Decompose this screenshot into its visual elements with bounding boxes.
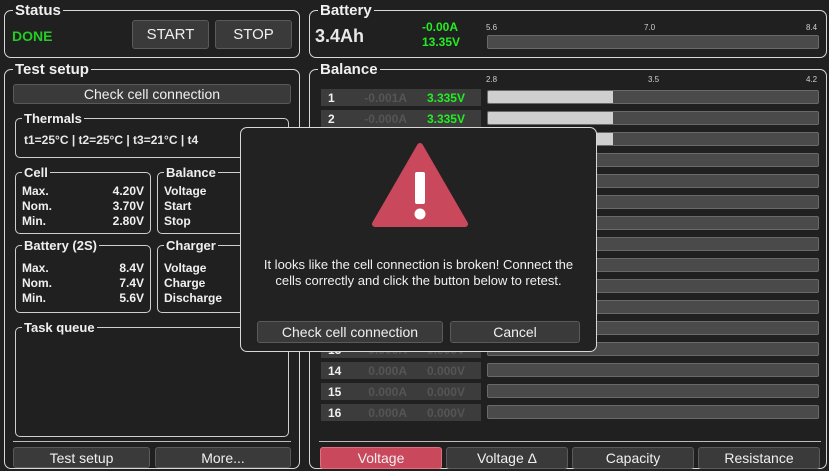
- charger-values: Voltage Charge Discharge: [164, 261, 222, 306]
- task-queue-title: Task queue: [22, 320, 97, 335]
- more-button[interactable]: More...: [155, 447, 291, 468]
- cell-number: 2: [328, 111, 335, 126]
- cell-value-min: 2.80V: [112, 214, 144, 228]
- test-setup-divider: [13, 441, 291, 442]
- cell-voltage: 0.000V: [426, 384, 465, 399]
- dialog-check-cell-connection-button[interactable]: Check cell connection: [257, 321, 443, 343]
- battery-panel: Battery: [309, 2, 827, 58]
- cell-voltage: 3.335V: [426, 90, 465, 105]
- status-state: DONE: [12, 28, 53, 44]
- balance-settings-values: Voltage Start Stop: [164, 184, 206, 229]
- battery-2s-row-nom: Nom. 7.4V: [22, 276, 144, 291]
- battery-tick-max: 8.4: [806, 23, 818, 32]
- cell-row-min: Min. 2.80V: [22, 214, 144, 229]
- battery-2s-row-max: Max. 8.4V: [22, 261, 144, 276]
- battery-voltage-bar: [487, 35, 819, 49]
- battery-2s-title: Battery (2S): [22, 238, 99, 253]
- balance-settings-title: Balance: [164, 165, 218, 180]
- battery-voltage: 13.35V: [422, 35, 461, 49]
- cell-row: 16 0.000A 0.000V: [321, 403, 823, 422]
- balance-tabs-divider: [319, 441, 821, 442]
- tab-voltage[interactable]: Voltage: [320, 447, 442, 469]
- tab-capacity[interactable]: Capacity: [572, 447, 694, 469]
- cell-voltage-bar: [487, 90, 819, 104]
- dialog-message: It looks like the cell connection is bro…: [263, 257, 574, 288]
- charger-title: Charger: [164, 238, 218, 253]
- cell-values: Max. 4.20V Nom. 3.70V Min. 2.80V: [22, 184, 144, 229]
- cell-voltage-bar-fill: [488, 91, 614, 103]
- test-setup-button[interactable]: Test setup: [13, 447, 150, 468]
- cell-number: 15: [328, 384, 342, 399]
- battery-tick-min: 5.6: [486, 23, 498, 32]
- charger-label-voltage: Voltage: [164, 261, 207, 275]
- balance-label-start: Start: [164, 199, 192, 213]
- cell-voltage-bar: [487, 363, 819, 377]
- balance-title: Balance: [318, 61, 380, 78]
- thermals-text: t1=25°C | t2=25°C | t3=21°C | t4: [24, 133, 199, 147]
- cell-voltage: 3.335V: [426, 111, 465, 126]
- cell-current: 0.000A: [368, 363, 407, 378]
- warning-icon: [372, 143, 468, 227]
- tab-voltage-delta[interactable]: Voltage Δ: [446, 447, 568, 469]
- connection-error-dialog: It looks like the cell connection is bro…: [240, 127, 597, 352]
- thermals-title: Thermals: [22, 111, 84, 126]
- battery-2s-value-nom: 7.4V: [119, 276, 144, 290]
- cell-label-max: Max.: [22, 184, 49, 198]
- charger-label-charge: Charge: [164, 276, 206, 290]
- charger-label-discharge: Discharge: [164, 291, 223, 305]
- start-button[interactable]: START: [132, 20, 209, 49]
- cell-readout: 15 0.000A 0.000V: [321, 383, 481, 400]
- cell-current: -0.001A: [364, 90, 407, 105]
- battery-2s-value-min: 5.6V: [119, 291, 144, 305]
- cell-row: 1 -0.001A 3.335V: [321, 88, 823, 107]
- cell-readout: 1 -0.001A 3.335V: [321, 89, 481, 106]
- cell-voltage: 0.000V: [426, 405, 465, 420]
- battery-2s-row-min: Min. 5.6V: [22, 291, 144, 306]
- cell-readout: 2 -0.000A 3.335V: [321, 110, 481, 127]
- cell-value-nom: 3.70V: [112, 199, 144, 213]
- cell-number: 1: [328, 90, 335, 105]
- cell-number: 16: [328, 405, 342, 420]
- status-title: Status: [13, 2, 63, 19]
- test-setup-title: Test setup: [13, 61, 91, 78]
- cell-voltage-bar-fill: [488, 112, 614, 124]
- cell-row-max: Max. 4.20V: [22, 184, 144, 199]
- battery-current: -0.00A: [422, 20, 459, 34]
- cell-voltage-bar: [487, 384, 819, 398]
- balance-tick-min: 2.8: [486, 75, 498, 84]
- battery-2s-label-min: Min.: [22, 291, 46, 305]
- cell-current: 0.000A: [368, 384, 407, 399]
- balance-label-stop: Stop: [164, 214, 191, 228]
- battery-capacity: 3.4Ah: [315, 26, 365, 46]
- cell-title: Cell: [22, 165, 50, 180]
- balance-label-voltage: Voltage: [164, 184, 207, 198]
- cell-readout: 16 0.000A 0.000V: [321, 404, 481, 421]
- battery-2s-value-max: 8.4V: [119, 261, 144, 275]
- cell-voltage-bar: [487, 405, 819, 419]
- tab-resistance[interactable]: Resistance: [698, 447, 820, 469]
- cell-readout: 14 0.000A 0.000V: [321, 362, 481, 379]
- cell-value-max: 4.20V: [112, 184, 144, 198]
- cell-row: 2 -0.000A 3.335V: [321, 109, 823, 128]
- balance-tick-max: 4.2: [806, 75, 818, 84]
- battery-title: Battery: [318, 2, 374, 19]
- cell-voltage-bar: [487, 111, 819, 125]
- battery-tick-mid: 7.0: [644, 23, 656, 32]
- dialog-cancel-button[interactable]: Cancel: [450, 321, 580, 343]
- cell-label-nom: Nom.: [22, 199, 52, 213]
- cell-row: 14 0.000A 0.000V: [321, 361, 823, 380]
- cell-label-min: Min.: [22, 214, 46, 228]
- battery-2s-label-nom: Nom.: [22, 276, 52, 290]
- battery-2s-values: Max. 8.4V Nom. 7.4V Min. 5.6V: [22, 261, 144, 306]
- balance-tick-mid: 3.5: [648, 75, 660, 84]
- cell-current: -0.000A: [364, 111, 407, 126]
- cell-current: 0.000A: [368, 405, 407, 420]
- cell-number: 14: [328, 363, 342, 378]
- cell-voltage: 0.000V: [426, 363, 465, 378]
- stop-button[interactable]: STOP: [215, 20, 292, 49]
- battery-2s-label-max: Max.: [22, 261, 49, 275]
- cell-row: 15 0.000A 0.000V: [321, 382, 823, 401]
- cell-row-nom: Nom. 3.70V: [22, 199, 144, 214]
- check-cell-connection-button[interactable]: Check cell connection: [13, 84, 291, 104]
